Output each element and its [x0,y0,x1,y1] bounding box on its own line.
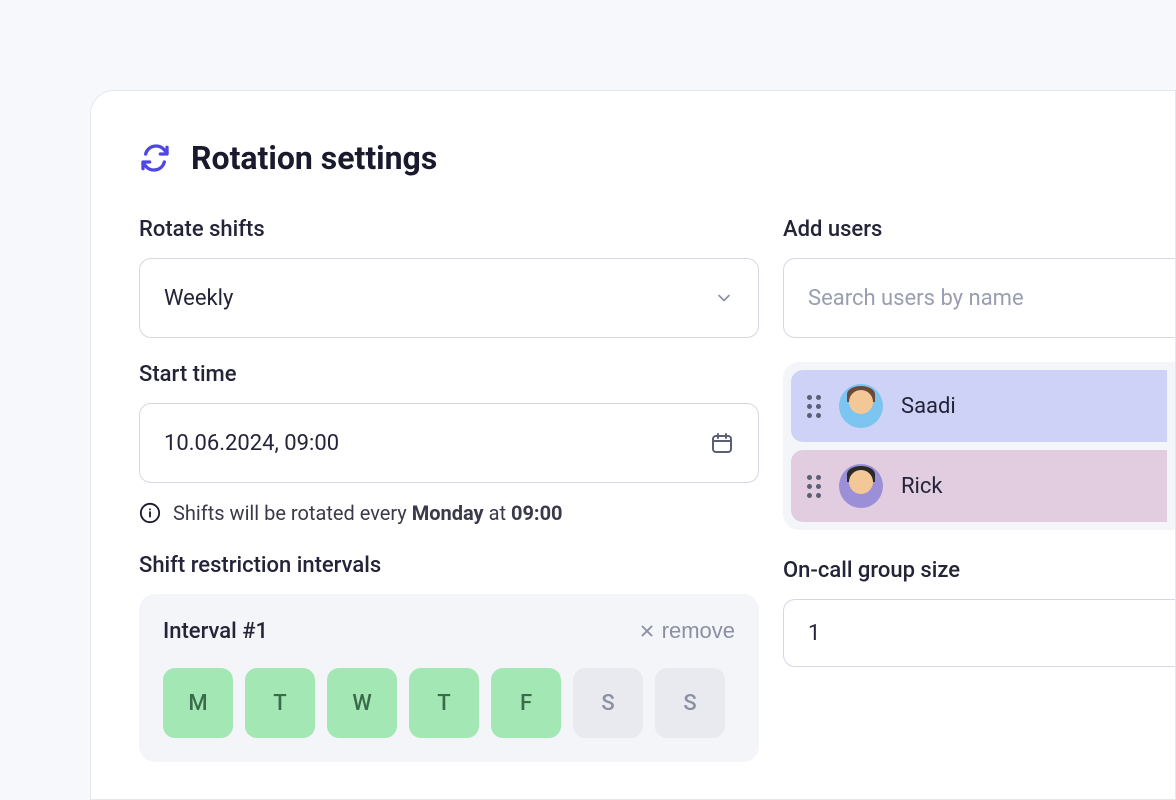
group-size-label: On-call group size [783,558,1175,583]
rotate-shifts-label: Rotate shifts [139,217,759,242]
calendar-icon [710,431,734,455]
group-size-input[interactable]: 1 [783,599,1175,667]
day-wednesday[interactable]: W [327,668,397,738]
days-row: M T W T F S S [163,668,735,738]
user-chip-rick[interactable]: Rick [791,450,1167,522]
user-name: Rick [901,474,943,499]
interval-card: Interval #1 remove M T W T F S S [139,594,759,762]
avatar [839,384,883,428]
day-tuesday[interactable]: T [245,668,315,738]
group-size-value: 1 [808,621,820,646]
info-prefix: Shifts will be rotated every [173,501,412,525]
rotate-shifts-value: Weekly [164,286,233,311]
start-time-label: Start time [139,362,759,387]
header: Rotation settings [139,139,1175,177]
search-users-input[interactable]: Search users by name [783,258,1175,338]
day-sunday[interactable]: S [655,668,725,738]
remove-label: remove [662,618,735,644]
user-name: Saadi [901,394,956,419]
add-users-label: Add users [783,217,1175,242]
day-saturday[interactable]: S [573,668,643,738]
page-title: Rotation settings [191,139,437,177]
interval-title: Interval #1 [163,619,268,644]
avatar [839,464,883,508]
start-time-input[interactable]: 10.06.2024, 09:00 [139,403,759,483]
drag-handle-icon[interactable] [807,475,821,498]
user-chip-saadi[interactable]: Saadi [791,370,1167,442]
info-icon [139,502,161,524]
chevron-down-icon [714,288,734,308]
rotate-shifts-select[interactable]: Weekly [139,258,759,338]
rotate-icon [139,142,171,174]
day-thursday[interactable]: T [409,668,479,738]
day-monday[interactable]: M [163,668,233,738]
info-day: Monday [412,501,484,525]
search-placeholder: Search users by name [808,286,1024,311]
rotation-info: Shifts will be rotated every Monday at 0… [139,501,759,525]
rotation-settings-card: Rotation settings Rotate shifts Weekly S… [90,90,1176,800]
info-time: 09:00 [511,501,563,525]
drag-handle-icon[interactable] [807,395,821,418]
info-mid: at [484,501,511,525]
remove-interval-button[interactable]: remove [638,618,735,644]
shift-restrictions-label: Shift restriction intervals [139,553,759,578]
start-time-value: 10.06.2024, 09:00 [164,431,339,456]
user-list: Saadi Rick [783,362,1175,530]
day-friday[interactable]: F [491,668,561,738]
close-icon [638,622,656,640]
